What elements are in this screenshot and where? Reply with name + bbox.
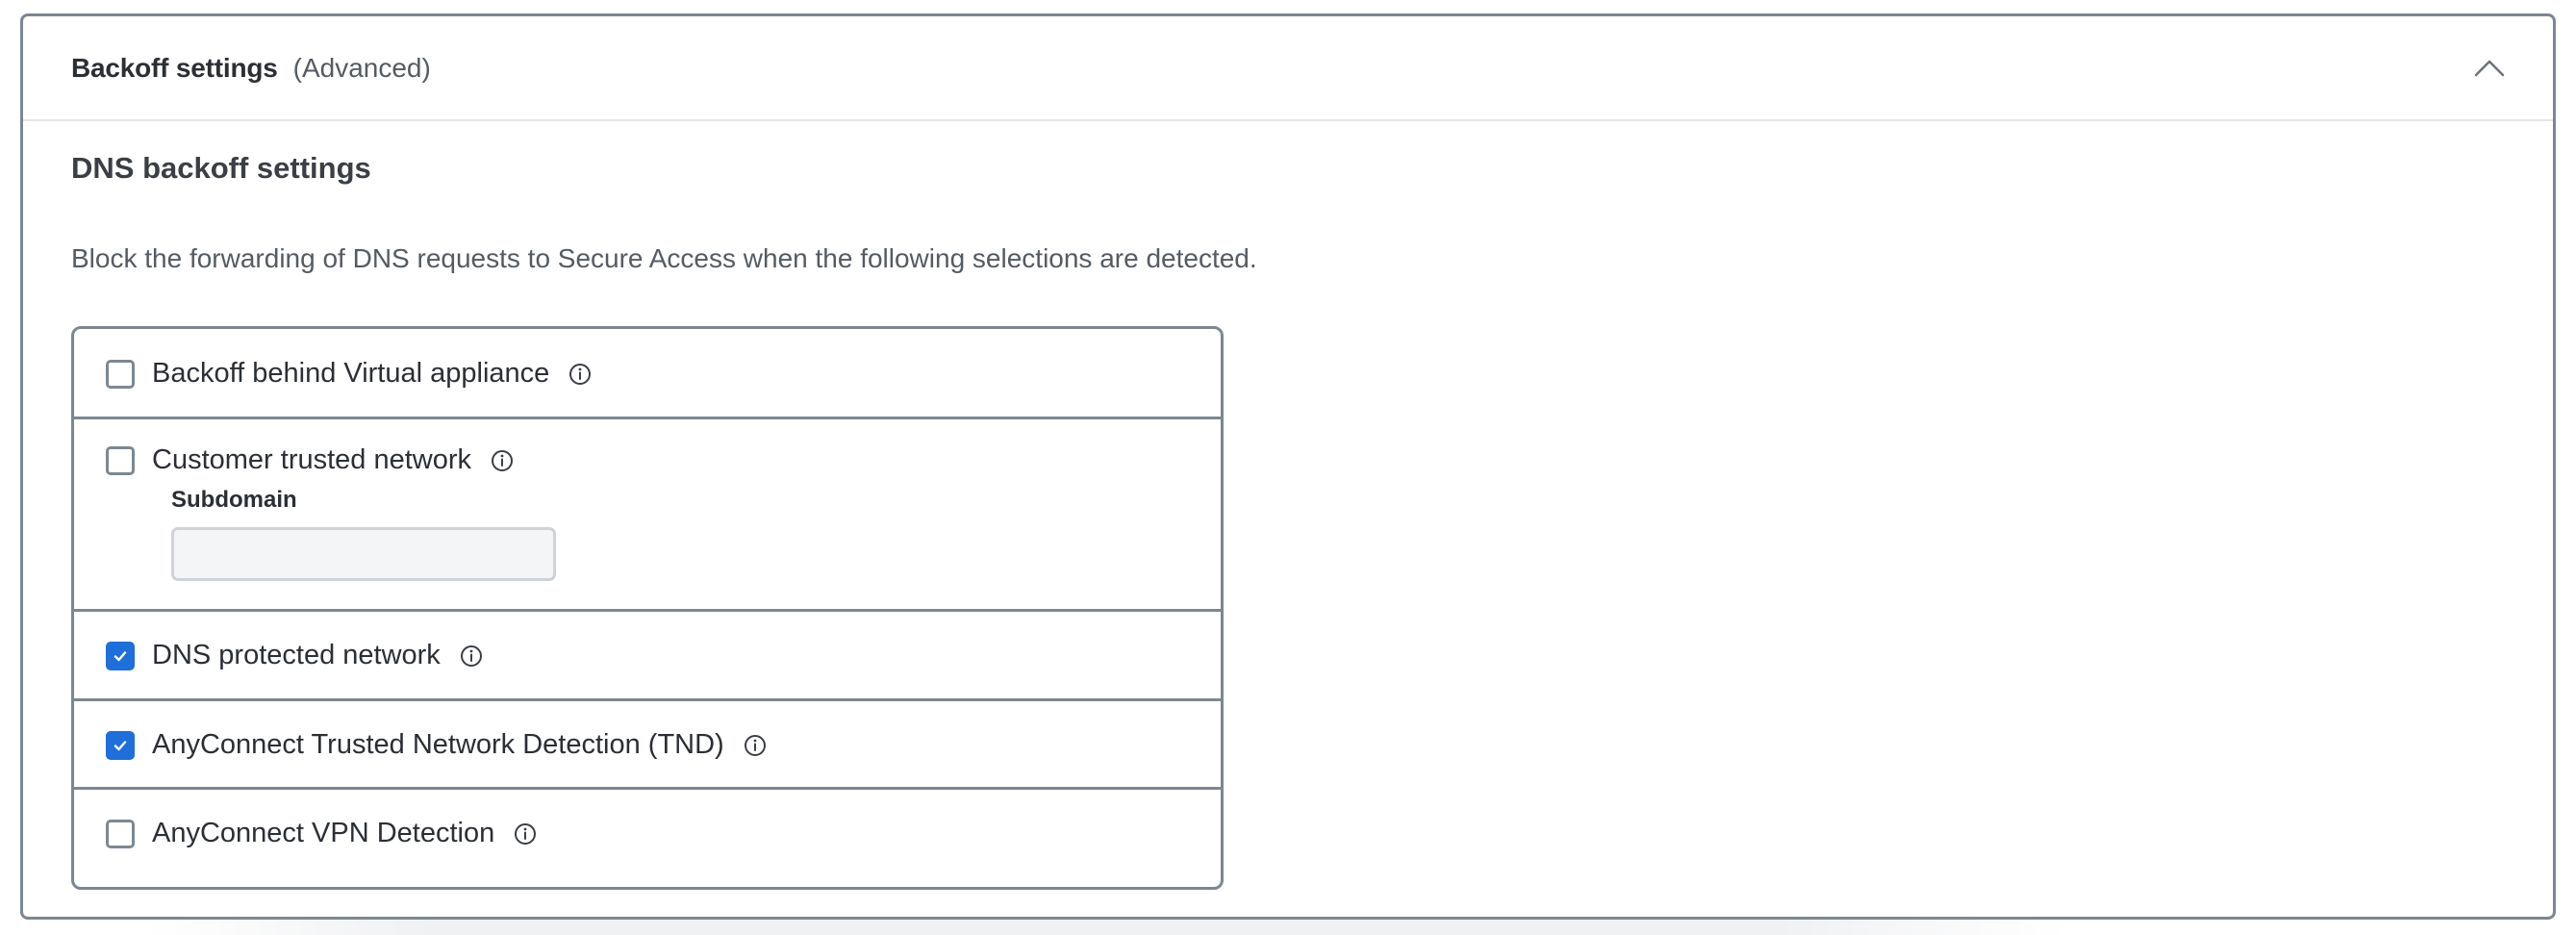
info-icon[interactable] [514, 822, 537, 846]
option-label: Customer trusted network [152, 444, 472, 475]
checkmark-icon [114, 650, 127, 661]
dns-backoff-options: Backoff behind Virtual appliance Custome… [71, 326, 1224, 890]
checkmark-icon [114, 740, 127, 750]
info-icon[interactable] [744, 734, 767, 757]
option-label: AnyConnect Trusted Network Detection (TN… [152, 729, 724, 760]
subdomain-input[interactable] [171, 527, 556, 581]
option-label: DNS protected network [152, 640, 441, 670]
option-label: Backoff behind Virtual appliance [152, 358, 550, 389]
bottom-shadow [144, 920, 2068, 935]
virtual-appliance-checkbox[interactable] [106, 359, 135, 389]
backoff-settings-panel: Backoff settings (Advanced) DNS backoff … [20, 13, 2556, 920]
option-row-anyconnect-tnd: AnyConnect Trusted Network Detection (TN… [74, 701, 1221, 790]
customer-trusted-network-checkbox[interactable] [106, 445, 135, 475]
info-icon[interactable] [568, 363, 592, 386]
info-icon[interactable] [460, 644, 483, 668]
panel-header[interactable]: Backoff settings (Advanced) [23, 16, 2553, 121]
anyconnect-vpn-checkbox[interactable] [106, 819, 135, 848]
panel-title: Backoff settings [71, 52, 278, 83]
section-description: Block the forwarding of DNS requests to … [71, 243, 1257, 273]
dns-protected-network-checkbox[interactable] [106, 641, 135, 670]
panel-subtitle: (Advanced) [292, 52, 431, 83]
option-row-virtual-appliance: Backoff behind Virtual appliance [74, 329, 1221, 419]
anyconnect-tnd-checkbox[interactable] [106, 730, 135, 760]
option-row-dns-protected-network: DNS protected network [74, 612, 1221, 701]
info-icon[interactable] [491, 449, 514, 472]
option-row-customer-trusted-network: Customer trusted network Subdomain [74, 419, 1221, 612]
section-title: DNS backoff settings [71, 151, 371, 185]
option-row-anyconnect-vpn: AnyConnect VPN Detection [74, 790, 1221, 887]
subdomain-label: Subdomain [171, 487, 297, 513]
chevron-up-icon[interactable] [2472, 55, 2507, 80]
option-label: AnyConnect VPN Detection [152, 818, 495, 848]
